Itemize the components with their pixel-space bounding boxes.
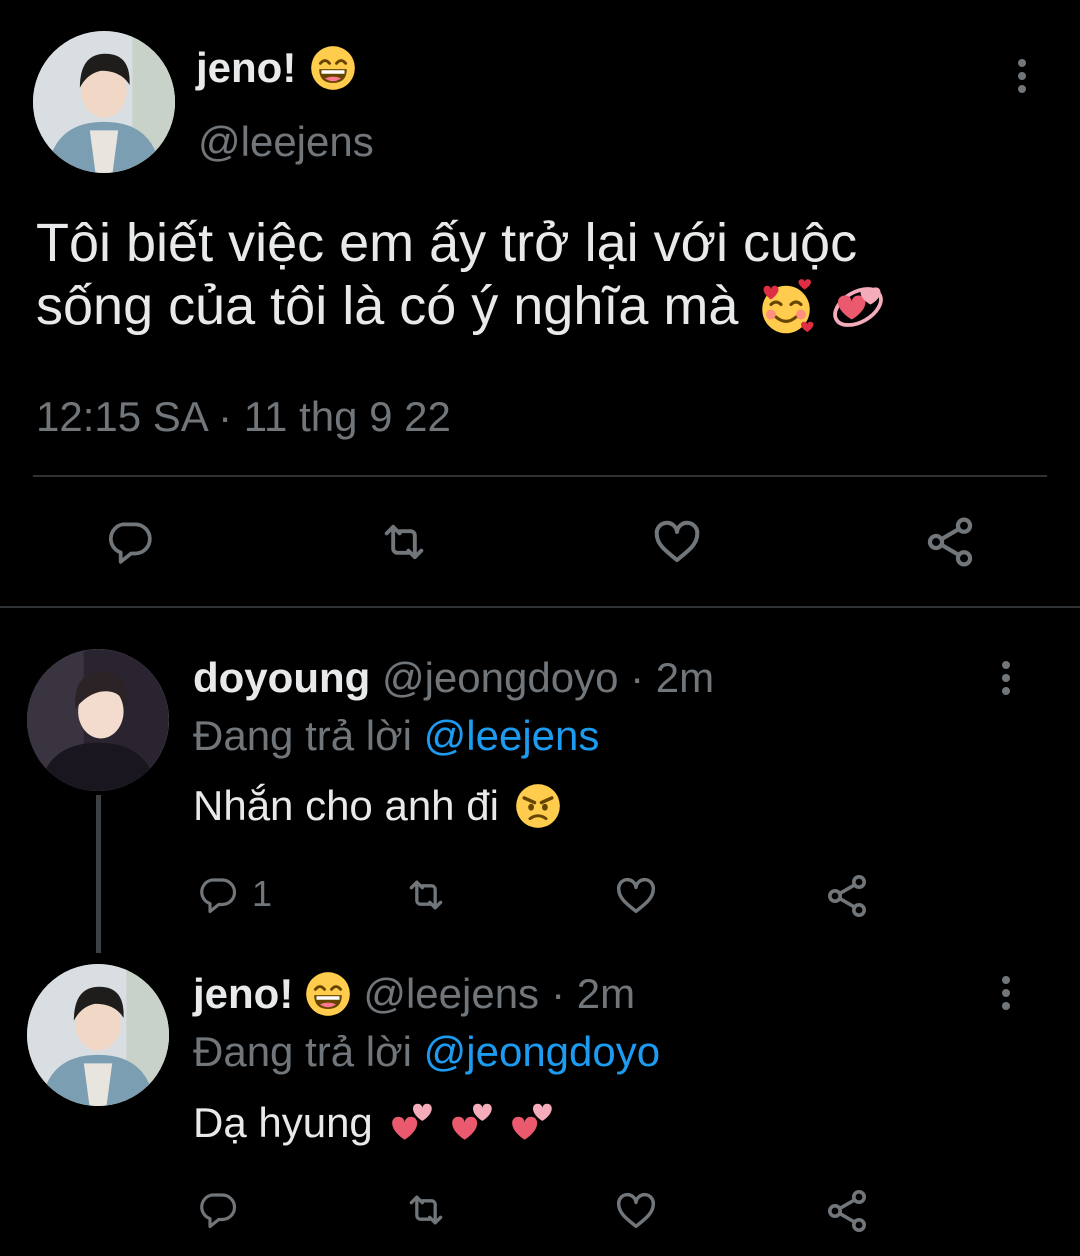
reply1-reply-count: 1 <box>252 873 273 914</box>
reply1-replying-prefix: Đang trả lời <box>193 712 412 759</box>
reply1-replying-handle[interactable]: @leejens <box>424 712 600 759</box>
reply-icon <box>104 516 154 566</box>
main-tweet-text: Tôi biết việc em ấy trở lại với cuộc sốn… <box>36 212 1046 338</box>
reply1-share-button[interactable] <box>823 872 871 920</box>
main-tweet-timestamp[interactable]: 12:15 SA · 11 thg 9 22 <box>36 393 451 441</box>
reply2-header: jeno! @leejens · 2m <box>193 970 635 1018</box>
reply1-retweet-button[interactable] <box>400 873 452 917</box>
reply2-reply-button[interactable] <box>196 1188 238 1230</box>
two-hearts-icon <box>447 1098 499 1148</box>
reply-icon <box>196 873 238 915</box>
like-icon <box>649 515 705 569</box>
avatar-jeno[interactable] <box>33 31 175 173</box>
main-tweet-handle[interactable]: @leejens <box>198 118 374 166</box>
main-tweet-text-line1: Tôi biết việc em ấy trở lại với cuộc <box>36 213 858 273</box>
avatar-jeno-reply[interactable] <box>27 964 169 1106</box>
reply1-text: Nhắn cho anh đi <box>193 782 561 830</box>
reply2-display-name[interactable]: jeno! <box>193 970 293 1018</box>
main-tweet-display-name: jeno! <box>196 44 297 91</box>
main-reply-button[interactable] <box>104 516 154 566</box>
reply1-like-button[interactable] <box>612 873 660 919</box>
thread-line <box>96 795 101 953</box>
section-divider <box>0 606 1080 608</box>
reply-icon <box>196 1188 238 1230</box>
reply2-text-words: Dạ hyung <box>193 1099 373 1146</box>
reply2-replying-prefix: Đang trả lời <box>193 1028 412 1075</box>
two-hearts-icon <box>387 1098 439 1148</box>
reply1-reply-button[interactable]: 1 <box>196 873 272 915</box>
reply2-replying-to: Đang trả lời @jeongdoyo <box>193 1028 660 1076</box>
like-icon <box>612 1188 660 1234</box>
share-icon <box>823 1187 871 1235</box>
reply2-handle[interactable]: @leejens <box>363 970 539 1018</box>
share-icon <box>823 872 871 920</box>
reply1-more-icon[interactable] <box>1001 661 1011 701</box>
avatar-doyoung[interactable] <box>27 649 169 791</box>
main-like-button[interactable] <box>649 515 705 569</box>
main-tweet-text-line2-words: sống của tôi là có ý nghĩa mà <box>36 276 739 336</box>
revolving-hearts-icon <box>826 277 890 337</box>
grinning-face-icon <box>305 971 351 1017</box>
reply1-time: · 2m <box>630 654 715 701</box>
main-tweet-author[interactable]: jeno! <box>196 44 356 92</box>
reply1-handle[interactable]: @jeongdoyo <box>382 654 618 701</box>
retweet-icon <box>400 1188 452 1232</box>
reply1-header: doyoung @jeongdoyo · 2m <box>193 654 714 702</box>
two-hearts-icon <box>507 1098 559 1148</box>
retweet-icon <box>374 516 434 568</box>
main-retweet-button[interactable] <box>374 516 434 568</box>
reply1-replying-to: Đang trả lời @leejens <box>193 712 599 760</box>
share-icon <box>922 514 978 570</box>
reply2-replying-handle[interactable]: @jeongdoyo <box>424 1028 660 1075</box>
grinning-face-icon <box>310 45 356 91</box>
main-tweet-text-line2: sống của tôi là có ý nghĩa mà <box>36 275 1046 338</box>
reply2-like-button[interactable] <box>612 1188 660 1234</box>
reply2-time: · 2m <box>551 970 636 1017</box>
reply2-more-icon[interactable] <box>1001 976 1011 1016</box>
main-tweet-more-icon[interactable] <box>1017 59 1027 99</box>
angry-face-icon <box>515 783 561 829</box>
like-icon <box>612 873 660 919</box>
main-tweet-divider <box>33 475 1047 477</box>
reply1-text-words: Nhắn cho anh đi <box>193 782 499 829</box>
reply2-text: Dạ hyung <box>193 1098 559 1148</box>
retweet-icon <box>400 873 452 917</box>
main-share-button[interactable] <box>922 514 978 570</box>
reply2-share-button[interactable] <box>823 1187 871 1235</box>
reply1-display-name[interactable]: doyoung <box>193 654 370 701</box>
smiling-face-with-hearts-icon <box>756 277 816 337</box>
reply2-retweet-button[interactable] <box>400 1188 452 1232</box>
